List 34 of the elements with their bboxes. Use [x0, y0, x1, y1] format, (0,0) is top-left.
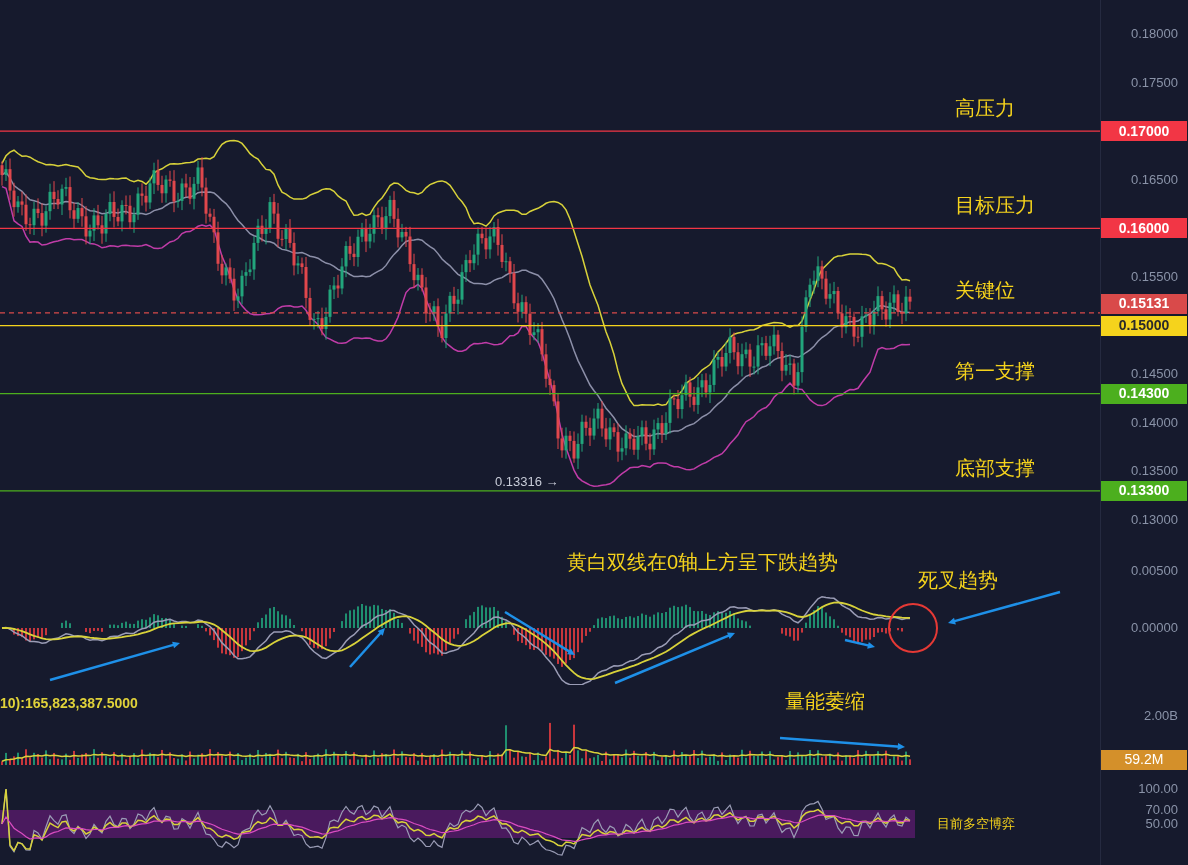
macd-axis-label: 0.00500	[1131, 562, 1178, 581]
volume-legend: 10):165,823,387.5000	[0, 693, 138, 714]
arrow	[504, 610, 575, 655]
price-level-label: 0.13300	[1101, 480, 1187, 501]
volume-annotation: 量能萎缩	[785, 689, 865, 713]
price-axis-label: 0.13000	[1131, 511, 1178, 530]
price-axis-label: 0.15500	[1131, 268, 1178, 287]
level-annotation: 目标压力	[955, 193, 1035, 218]
level-annotation: 底部支撑	[955, 455, 1035, 480]
arrow	[844, 638, 875, 649]
level-annotation: 第一支撑	[955, 358, 1035, 383]
macd-annotation: 死叉趋势	[918, 568, 998, 592]
level-annotation: 关键位	[955, 277, 1015, 302]
price-axis-label: 0.16500	[1131, 171, 1178, 190]
low-price-marker: 0.13316 →	[495, 473, 559, 491]
level-annotation: 高压力	[955, 96, 1015, 121]
price-axis-label: 0.14500	[1131, 365, 1178, 384]
rsi-annotation: 目前多空博弈	[937, 815, 1015, 833]
macd-axis-label: 0.00000	[1131, 619, 1178, 638]
price-level-label: 0.16000	[1101, 218, 1187, 239]
rsi-axis-label: 100.00	[1138, 780, 1178, 799]
price-axis-label: 0.18000	[1131, 25, 1178, 44]
price-axis-label: 0.17500	[1131, 73, 1178, 92]
price-axis-label: 0.14000	[1131, 414, 1178, 433]
price-level-label: 0.17000	[1101, 121, 1187, 142]
price-level-label: 0.15000	[1101, 315, 1187, 336]
price-level-label: 0.15131	[1101, 293, 1187, 314]
arrow	[349, 628, 385, 668]
macd-annotation: 黄白双线在0轴上方呈下跌趋势	[567, 550, 839, 574]
price-level-label: 0.14300	[1101, 383, 1187, 404]
last-volume-label: 59.2M	[1101, 749, 1187, 770]
highlight-circle	[888, 603, 938, 653]
price-axis-label: 0.13500	[1131, 462, 1178, 481]
volume-axis-label: 2.00B	[1144, 707, 1178, 726]
